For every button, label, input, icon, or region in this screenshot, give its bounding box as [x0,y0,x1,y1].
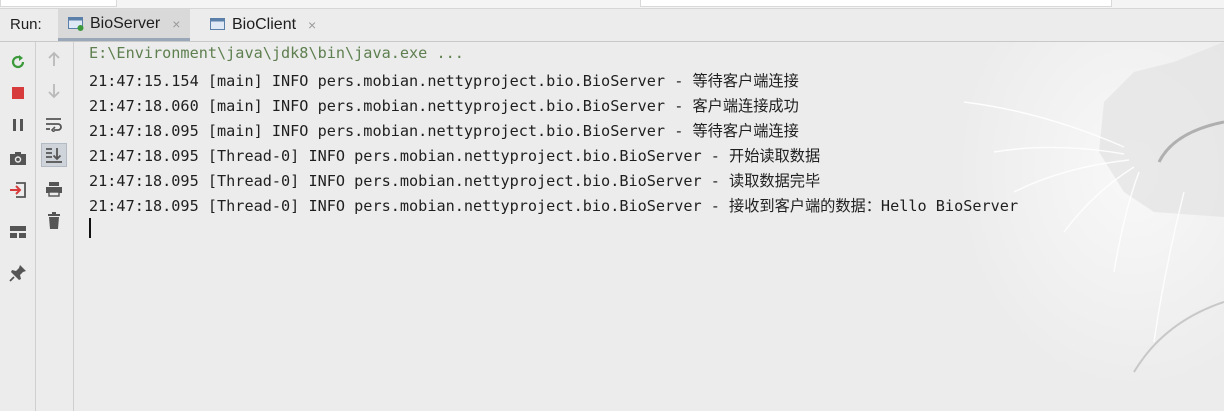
pause-button[interactable] [5,113,31,137]
rerun-icon [11,55,25,69]
run-config-icon [210,18,226,32]
console-line: 21:47:18.095 [Thread-0] INFO pers.mobian… [89,172,821,190]
console-line: 21:47:18.095 [Thread-0] INFO pers.mobian… [89,197,1019,215]
print-button[interactable] [41,177,67,201]
login-icon [10,182,26,198]
run-config-icon [68,16,84,31]
text-caret [89,218,91,238]
print-icon [46,182,62,197]
exit-button[interactable] [5,178,31,202]
previous-occurrence-button[interactable] [41,47,67,71]
trash-icon [48,212,60,229]
console-line: 21:47:18.095 [main] INFO pers.mobian.net… [89,122,799,140]
console-line: 21:47:15.154 [main] INFO pers.mobian.net… [89,72,799,90]
next-occurrence-button[interactable] [41,79,67,103]
cat-background-image [924,42,1224,411]
pin-icon [9,265,26,282]
rerun-button[interactable] [5,50,31,74]
arrow-down-icon [48,84,60,99]
stop-button[interactable] [5,81,31,105]
soft-wrap-button[interactable] [41,112,67,136]
console-command-line: E:\Environment\java\jdk8\bin\java.exe ..… [89,44,464,62]
run-tab-bar: Run: BioServer × BioClient × [0,9,1224,42]
soft-wrap-icon [46,118,62,132]
tab-label: BioClient [232,16,297,33]
console-output[interactable]: E:\Environment\java\jdk8\bin\java.exe ..… [74,42,1224,411]
arrow-up-icon [48,51,60,66]
console-toolbar [36,42,74,411]
tab-label: BioServer [90,14,161,32]
pause-icon [13,119,23,131]
top-edge-strip [0,0,1224,9]
stop-icon [12,87,24,99]
layout-icon [10,226,26,238]
close-icon[interactable]: × [308,17,316,33]
restore-layout-button[interactable] [5,220,31,244]
clear-all-button[interactable] [41,209,67,233]
scroll-to-end-icon [46,148,62,163]
dump-threads-button[interactable] [5,146,31,170]
close-icon[interactable]: × [172,16,180,32]
console-line: 21:47:18.060 [main] INFO pers.mobian.net… [89,97,799,115]
tab-bioclient[interactable]: BioClient × [200,9,330,41]
camera-icon [10,152,26,165]
run-toolbar [0,42,36,411]
tab-bioserver[interactable]: BioServer × [58,9,190,41]
scroll-to-end-button[interactable] [41,143,67,167]
console-line: 21:47:18.095 [Thread-0] INFO pers.mobian… [89,147,821,165]
run-label: Run: [10,16,42,33]
pin-tab-button[interactable] [5,261,31,285]
